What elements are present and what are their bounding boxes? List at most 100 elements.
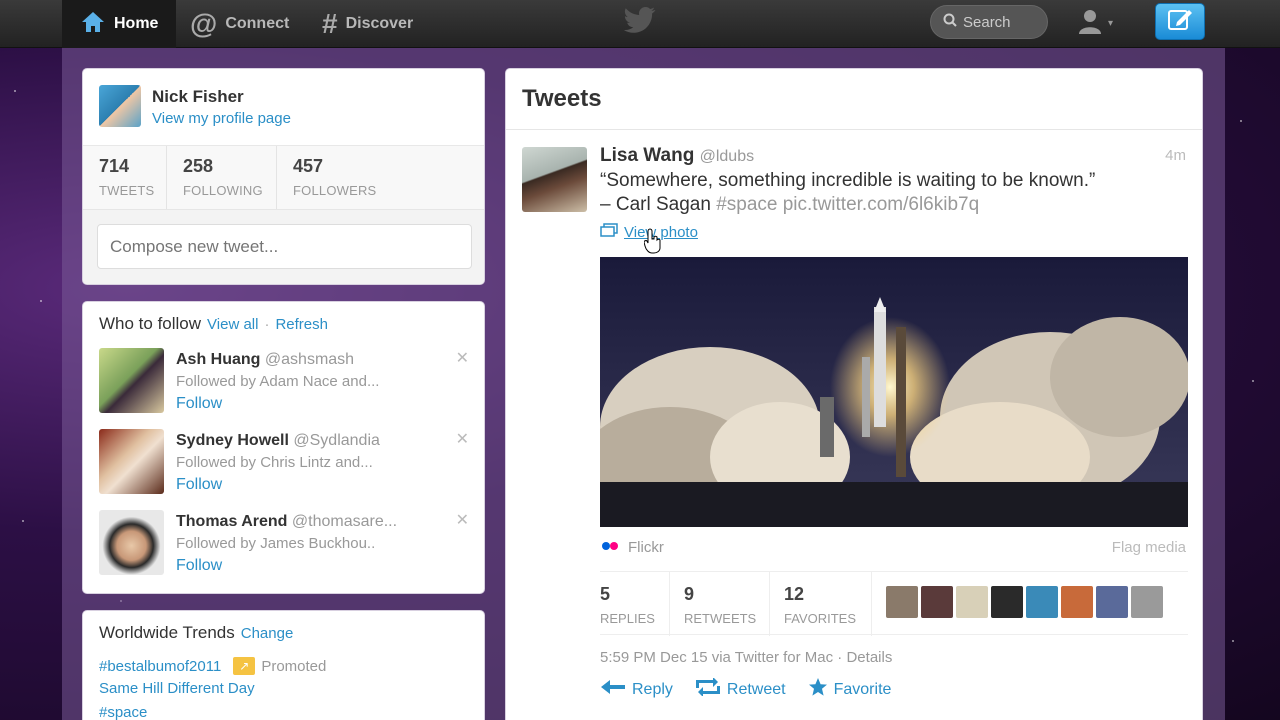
favorite-label: Favorite [833, 680, 892, 698]
tweet-author[interactable]: Lisa Wang @ldubs [600, 145, 754, 167]
nav-discover-label: Discover [345, 15, 414, 32]
flag-media-link[interactable]: Flag media [1112, 539, 1186, 556]
trend-link[interactable]: #space [99, 704, 147, 720]
home-icon [80, 10, 106, 39]
list-item: Thomas Arend @thomasare... Followed by J… [99, 510, 469, 578]
tweet-text: “Somewhere, something incredible is wait… [600, 169, 1160, 217]
avatar[interactable] [99, 85, 141, 127]
compose-tweet-button[interactable] [1155, 3, 1205, 40]
follow-button[interactable]: Follow [176, 476, 222, 494]
follow-button[interactable]: Follow [176, 395, 222, 413]
trend-link[interactable]: #bestalbumof2011 [99, 658, 221, 675]
stat-retweets[interactable]: 9 RETWEETS [670, 572, 770, 636]
stat-label: RETWEETS [684, 611, 757, 626]
avatar[interactable] [522, 147, 587, 212]
compose-tweet-input[interactable] [97, 224, 472, 269]
user-name: Sydney Howell [176, 432, 289, 449]
reply-label: Reply [632, 680, 673, 698]
user-handle: @Sydlandia [293, 432, 380, 449]
stat-replies[interactable]: 5 REPLIES [600, 572, 670, 636]
user-menu[interactable]: ▾ [1076, 6, 1113, 40]
followed-by-text: Followed by James Buckhou.. [176, 535, 376, 552]
compose-icon [1167, 7, 1193, 36]
stat-value: 258 [183, 156, 214, 176]
list-item: Sydney Howell @Sydlandia Followed by Chr… [99, 429, 469, 497]
chevron-down-icon: ▾ [1108, 17, 1114, 29]
avatar[interactable] [1026, 586, 1058, 618]
stat-value: 12 [784, 584, 805, 604]
trends-title: Worldwide Trends [99, 623, 235, 642]
stat-value: 714 [99, 156, 130, 176]
flickr-icon [600, 539, 620, 556]
followed-by-text: Followed by Adam Nace and... [176, 373, 380, 390]
user-handle: @ashsmash [264, 351, 355, 368]
avatar[interactable] [956, 586, 988, 618]
stat-tweets[interactable]: 714 TWEETS [83, 146, 167, 210]
user-name: Ash Huang [176, 351, 261, 368]
view-profile-link[interactable]: View my profile page [152, 110, 291, 127]
tweet-actions: Reply Retweet Favorite [600, 677, 891, 702]
close-icon[interactable]: ✕ [456, 429, 469, 449]
retweet-button[interactable]: Retweet [695, 677, 786, 702]
nav-connect[interactable]: @ Connect [190, 0, 289, 48]
tweet-links[interactable]: #space pic.twitter.com/6l6kib7q [716, 194, 979, 215]
who-to-follow-title: Who to follow [99, 314, 202, 333]
nav-discover[interactable]: # Discover [322, 0, 413, 48]
stat-label: FAVORITES [784, 611, 856, 626]
trends-card: Worldwide Trends Change #bestalbumof2011… [82, 610, 485, 720]
nav-connect-label: Connect [225, 15, 290, 32]
promoted-icon: ↗ [233, 657, 256, 675]
suggestion-name[interactable]: Thomas Arend @thomasare... [176, 513, 397, 531]
nav-home[interactable]: Home [62, 0, 176, 48]
trends-header: Worldwide Trends Change [99, 623, 293, 643]
stat-followers[interactable]: 457 FOLLOWERS [277, 146, 484, 210]
close-icon[interactable]: ✕ [456, 348, 469, 368]
refresh-link[interactable]: Refresh [275, 316, 328, 333]
divider [506, 129, 1202, 130]
followed-by-text: Followed by Chris Lintz and... [176, 454, 373, 471]
avatar[interactable] [1061, 586, 1093, 618]
avatar[interactable] [1096, 586, 1128, 618]
reply-button[interactable]: Reply [600, 677, 673, 702]
avatar[interactable] [921, 586, 953, 618]
compose-area [83, 209, 484, 284]
view-all-link[interactable]: View all [207, 316, 258, 333]
trend-item: #bestalbumof2011 ↗ Promoted [99, 657, 326, 675]
suggestion-name[interactable]: Ash Huang @ashsmash [176, 351, 354, 369]
reply-icon [600, 679, 626, 700]
retweet-icon [695, 677, 721, 701]
search-placeholder: Search [963, 13, 1011, 31]
tweet-photo[interactable] [600, 257, 1188, 527]
stat-following[interactable]: 258 FOLLOWING [167, 146, 277, 210]
avatar[interactable] [886, 586, 918, 618]
avatar[interactable] [99, 510, 164, 575]
avatar[interactable] [991, 586, 1023, 618]
author-handle: @ldubs [699, 148, 755, 165]
avatar[interactable] [99, 348, 164, 413]
photo-source[interactable]: Flickr [600, 539, 664, 556]
stat-value: 5 [600, 584, 611, 604]
nav-home-label: Home [114, 15, 159, 32]
tweet-timestamp[interactable]: 4m [1165, 147, 1186, 164]
separator: · [264, 316, 270, 333]
trend-link[interactable]: Same Hill Different Day [99, 680, 255, 697]
profile-name[interactable]: Nick Fisher [152, 87, 244, 107]
change-link[interactable]: Change [241, 625, 294, 642]
stat-label: REPLIES [600, 611, 655, 626]
stat-value: 9 [684, 584, 695, 604]
tweet-text-line-2: – Carl Sagan #space pic.twitter.com/6l6k… [600, 193, 1160, 217]
favorite-button[interactable]: Favorite [808, 677, 892, 702]
suggestion-name[interactable]: Sydney Howell @Sydlandia [176, 432, 380, 450]
quote-author: – Carl Sagan [600, 194, 711, 215]
user-name: Thomas Arend [176, 513, 288, 530]
search-icon [943, 13, 957, 31]
follow-button[interactable]: Follow [176, 557, 222, 575]
twitter-bird-icon[interactable] [622, 6, 658, 41]
stat-favorites[interactable]: 12 FAVORITES [770, 572, 872, 636]
avatar[interactable] [99, 429, 164, 494]
photo-icon [600, 223, 618, 241]
avatar[interactable] [1131, 586, 1163, 618]
search-input[interactable]: Search [930, 5, 1048, 39]
close-icon[interactable]: ✕ [456, 510, 469, 530]
tweets-panel: Tweets Lisa Wang @ldubs 4m “Somewhere, s… [505, 68, 1203, 720]
